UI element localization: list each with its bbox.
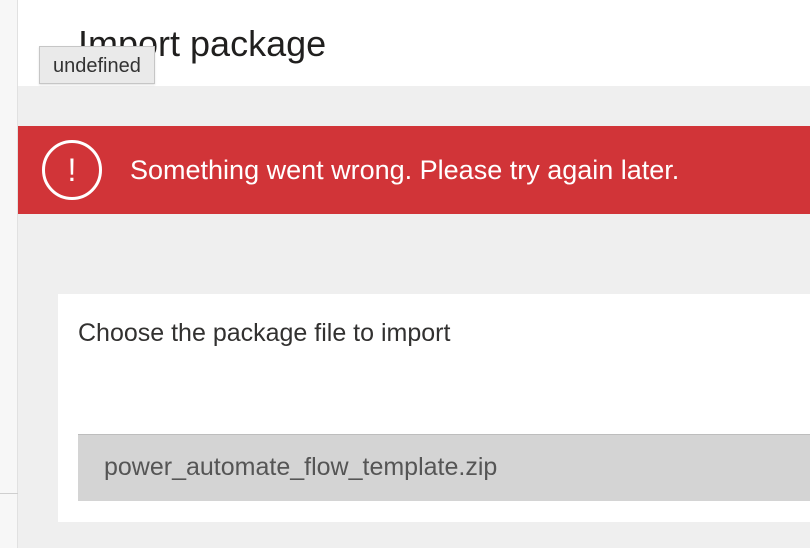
left-navigation-rail <box>0 0 18 548</box>
tooltip: undefined <box>39 46 155 84</box>
error-banner: ! Something went wrong. Please try again… <box>18 126 810 214</box>
rail-divider <box>0 493 18 494</box>
file-chooser-label: Choose the package file to import <box>78 319 451 347</box>
selected-file-name: power_automate_flow_template.zip <box>104 453 498 481</box>
package-file-field[interactable]: power_automate_flow_template.zip <box>78 434 810 501</box>
import-package-page: Import package undefined ! Something wen… <box>0 0 810 548</box>
error-circle-icon: ! <box>42 140 102 200</box>
import-card: Choose the package file to import power_… <box>58 294 810 522</box>
error-message: Something went wrong. Please try again l… <box>130 155 680 185</box>
